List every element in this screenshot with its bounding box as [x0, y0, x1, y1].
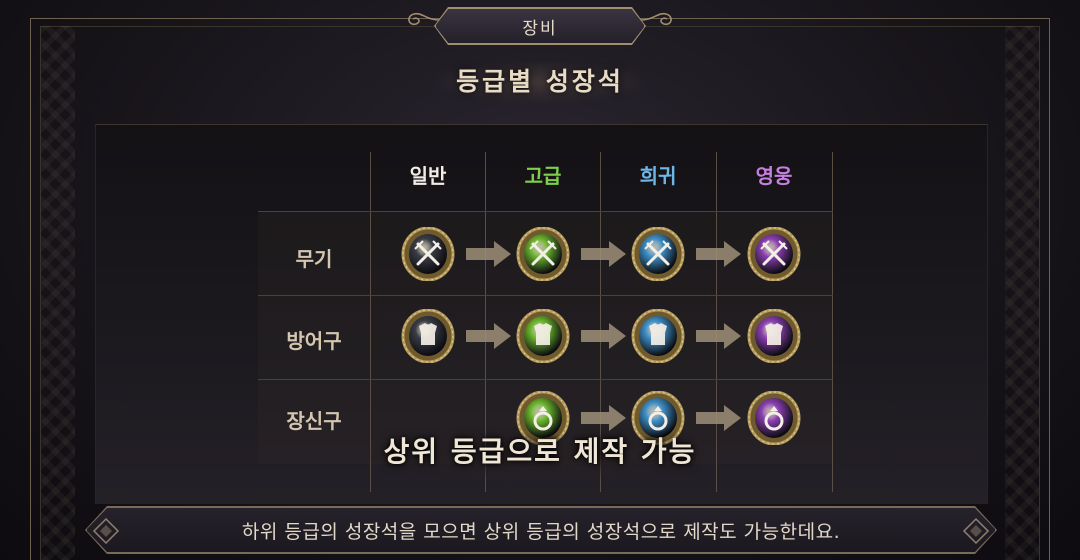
upgrade-arrow-icon	[464, 239, 514, 269]
column-header-normal: 일반	[409, 164, 447, 188]
row-header-armor: 방어구	[286, 329, 342, 353]
growth-stone-armor-heroic-icon	[747, 308, 801, 364]
upgrade-arrow-icon	[694, 239, 744, 269]
left-ornament-pattern	[41, 26, 75, 560]
growth-stone-armor-rare-icon	[631, 308, 685, 364]
upgrade-arrow-icon	[579, 403, 629, 433]
upgrade-arrow-icon	[579, 239, 629, 269]
row-header-weapon: 무기	[295, 247, 333, 271]
diamond-ornament-icon	[962, 517, 990, 545]
left-swirl-ornament	[408, 12, 440, 26]
right-swirl-ornament	[640, 12, 672, 26]
diamond-ornament-icon	[92, 517, 120, 545]
growth-stone-weapon-advanced-icon	[516, 226, 570, 282]
growth-stone-accessory-heroic-icon	[747, 390, 801, 446]
growth-stone-weapon-heroic-icon	[747, 226, 801, 282]
right-ornament-pattern	[1005, 26, 1039, 560]
upgrade-arrow-icon	[579, 321, 629, 351]
growth-stone-weapon-rare-icon	[631, 226, 685, 282]
upgrade-arrow-icon	[694, 403, 744, 433]
grid-line	[258, 295, 833, 296]
page-title: 장비	[435, 8, 645, 44]
grid-line	[258, 379, 833, 380]
upgrade-arrow-icon	[464, 321, 514, 351]
growth-stone-armor-advanced-icon	[516, 308, 570, 364]
column-header-heroic: 영웅	[755, 164, 793, 188]
upgrade-arrow-icon	[694, 321, 744, 351]
growth-stone-weapon-normal-icon	[401, 226, 455, 282]
overlay-caption: 상위 등급으로 제작 가능	[383, 435, 697, 468]
column-header-rare: 희귀	[639, 164, 677, 188]
grid-line	[258, 211, 833, 212]
grid-line	[832, 152, 833, 492]
subtitle-caption-bar: 하위 등급의 성장석을 모으면 상위 등급의 성장석으로 제작도 가능한데요.	[86, 507, 996, 553]
growth-stone-armor-normal-icon	[401, 308, 455, 364]
column-header-advanced: 고급	[524, 164, 562, 188]
section-subtitle: 등급별 성장석	[456, 67, 624, 96]
